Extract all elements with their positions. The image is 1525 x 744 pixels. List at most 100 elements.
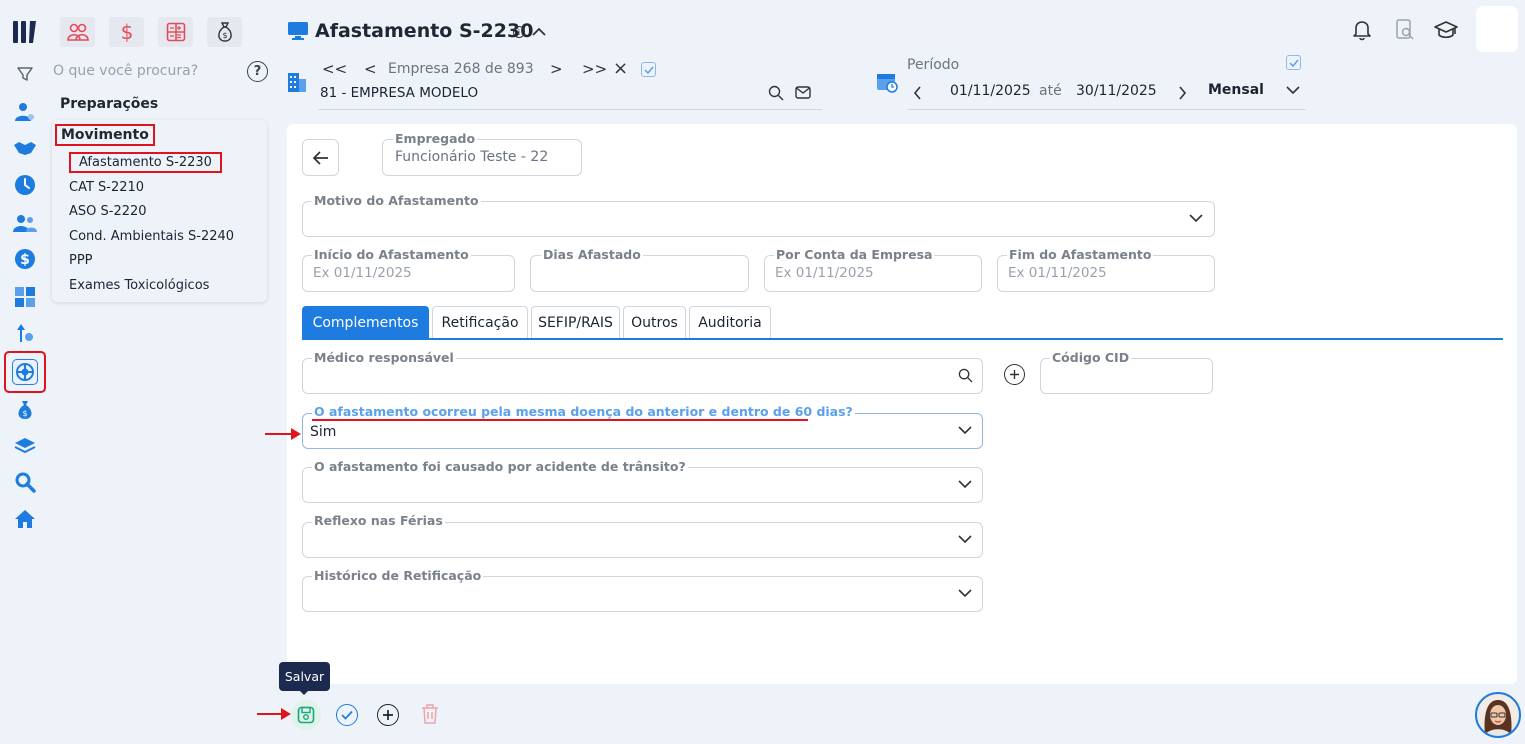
periodo-label: Período bbox=[907, 57, 960, 73]
add-medico-icon[interactable] bbox=[1004, 364, 1025, 385]
page-title: Afastamento S-2230 bbox=[315, 20, 534, 42]
module-people-icon[interactable] bbox=[60, 17, 95, 47]
medico-search-icon[interactable] bbox=[958, 368, 973, 383]
group-movimento[interactable]: Movimento bbox=[55, 124, 155, 146]
money-bag-icon[interactable]: $ bbox=[10, 395, 40, 425]
company-name[interactable]: 81 - EMPRESA MODELO bbox=[320, 85, 478, 101]
tab-outros[interactable]: Outros bbox=[623, 306, 686, 339]
menu-item-ppp[interactable]: PPP bbox=[69, 253, 93, 268]
clock-icon[interactable] bbox=[10, 170, 40, 200]
layers-icon[interactable] bbox=[10, 431, 40, 461]
periodo-start[interactable]: 01/11/2025 bbox=[950, 83, 1031, 99]
last-company-button[interactable]: >> bbox=[582, 60, 607, 78]
upload-user-icon[interactable] bbox=[10, 318, 40, 348]
arrow-left-icon bbox=[312, 150, 328, 165]
calendar-icon bbox=[876, 71, 898, 93]
periodo-end[interactable]: 30/11/2025 bbox=[1076, 83, 1157, 99]
menu-item-exames[interactable]: Exames Toxicológicos bbox=[69, 278, 209, 293]
historico-chevron-icon[interactable] bbox=[958, 589, 972, 598]
company-underline bbox=[318, 109, 822, 110]
medico-label: Médico responsável bbox=[312, 350, 456, 365]
tab-retificacao[interactable]: Retificação bbox=[432, 306, 528, 339]
inicio-label: Início do Afastamento bbox=[312, 247, 471, 262]
users-icon[interactable] bbox=[10, 208, 40, 238]
tab-sefip-rais[interactable]: SEFIP/RAIS bbox=[531, 306, 620, 339]
cid-label: Código CID bbox=[1050, 350, 1132, 365]
filter-icon[interactable] bbox=[10, 59, 40, 89]
tab-auditoria[interactable]: Auditoria bbox=[689, 306, 771, 339]
reflexo-chevron-icon[interactable] bbox=[958, 535, 972, 544]
module-finance-icon[interactable]: $ bbox=[109, 17, 144, 47]
info-icon[interactable]: i bbox=[513, 26, 525, 38]
periodo-checkbox[interactable] bbox=[1286, 55, 1301, 70]
handshake-icon[interactable] bbox=[10, 133, 40, 163]
motivo-chevron-icon[interactable] bbox=[1189, 214, 1203, 223]
mesma-doenca-value: Sim bbox=[310, 424, 337, 440]
transito-label: O afastamento foi causado por acidente d… bbox=[312, 459, 688, 474]
module-money-bag-icon[interactable]: $ bbox=[207, 17, 242, 47]
back-button[interactable] bbox=[302, 139, 339, 176]
periodo-sep: até bbox=[1039, 83, 1062, 99]
fim-placeholder: Ex 01/11/2025 bbox=[1008, 265, 1107, 281]
help-icon[interactable]: ? bbox=[247, 61, 268, 82]
periodo-next-icon[interactable] bbox=[1178, 86, 1187, 100]
tab-complementos[interactable]: Complementos bbox=[302, 306, 429, 339]
conta-placeholder: Ex 01/11/2025 bbox=[775, 265, 874, 281]
fim-label: Fim do Afastamento bbox=[1007, 247, 1154, 262]
mesma-doenca-chevron-icon[interactable] bbox=[958, 426, 972, 435]
historico-label: Histórico de Retificação bbox=[312, 568, 484, 583]
delete-button[interactable] bbox=[421, 703, 439, 725]
close-company-button[interactable]: × bbox=[613, 58, 628, 79]
company-counter: Empresa 268 de 893 bbox=[388, 61, 534, 77]
periodo-prev-icon[interactable] bbox=[913, 86, 922, 100]
company-mail-icon[interactable] bbox=[795, 86, 811, 99]
search-module-icon[interactable] bbox=[10, 467, 40, 497]
trash-icon bbox=[422, 704, 438, 724]
search-input[interactable]: O que você procura? bbox=[53, 63, 198, 79]
graduation-cap-icon[interactable] bbox=[1434, 20, 1458, 40]
app-logo[interactable] bbox=[12, 18, 40, 46]
svg-text:$: $ bbox=[222, 31, 227, 40]
menu-item-afastamento[interactable]: Afastamento S-2230 bbox=[69, 152, 222, 173]
monitor-icon bbox=[287, 21, 309, 41]
prev-company-button[interactable]: < bbox=[364, 60, 377, 78]
menu-item-cat[interactable]: CAT S-2210 bbox=[69, 180, 144, 195]
assistant-face-icon bbox=[1484, 700, 1512, 736]
periodo-mode[interactable]: Mensal bbox=[1208, 82, 1264, 98]
svg-text:$: $ bbox=[20, 252, 30, 268]
module-calculator-icon[interactable] bbox=[158, 17, 193, 47]
transito-chevron-icon[interactable] bbox=[958, 480, 972, 489]
check-icon bbox=[341, 710, 353, 720]
calculator-icon[interactable] bbox=[10, 282, 40, 312]
periodo-mode-chevron-icon[interactable] bbox=[1286, 86, 1300, 95]
confirm-button[interactable] bbox=[336, 704, 358, 726]
user-avatar-box[interactable] bbox=[1476, 6, 1518, 52]
periodo-underline bbox=[908, 109, 1306, 110]
motivo-label: Motivo do Afastamento bbox=[312, 193, 481, 208]
document-search-icon[interactable] bbox=[1395, 19, 1415, 41]
company-icon bbox=[287, 71, 307, 93]
company-checkbox[interactable] bbox=[641, 62, 656, 77]
svg-text:$: $ bbox=[22, 409, 27, 418]
dollar-icon[interactable]: $ bbox=[10, 244, 40, 274]
collapse-icon[interactable] bbox=[532, 27, 546, 36]
save-button[interactable] bbox=[291, 700, 321, 730]
assistant-avatar[interactable] bbox=[1475, 692, 1521, 738]
user-settings-icon[interactable] bbox=[10, 97, 40, 127]
bell-icon[interactable] bbox=[1352, 19, 1372, 41]
home-icon[interactable] bbox=[10, 504, 40, 534]
empregado-label: Empregado bbox=[393, 131, 478, 146]
first-company-button[interactable]: << bbox=[322, 60, 347, 78]
next-company-button[interactable]: > bbox=[550, 60, 563, 78]
conta-label: Por Conta da Empresa bbox=[774, 247, 935, 262]
empregado-value: Funcionário Teste - 22 bbox=[395, 149, 549, 165]
menu-item-cond-ambientais[interactable]: Cond. Ambientais S-2240 bbox=[69, 229, 234, 244]
save-annotation-arrowhead-icon bbox=[281, 708, 291, 720]
menu-item-aso[interactable]: ASO S-2220 bbox=[69, 204, 147, 219]
inicio-placeholder: Ex 01/11/2025 bbox=[313, 265, 412, 281]
section-preparacoes[interactable]: Preparações bbox=[60, 96, 158, 112]
company-search-icon[interactable] bbox=[768, 85, 784, 101]
esocial-module-icon[interactable] bbox=[4, 351, 46, 393]
mesma-doenca-underline bbox=[312, 419, 808, 421]
add-button[interactable] bbox=[377, 704, 399, 726]
